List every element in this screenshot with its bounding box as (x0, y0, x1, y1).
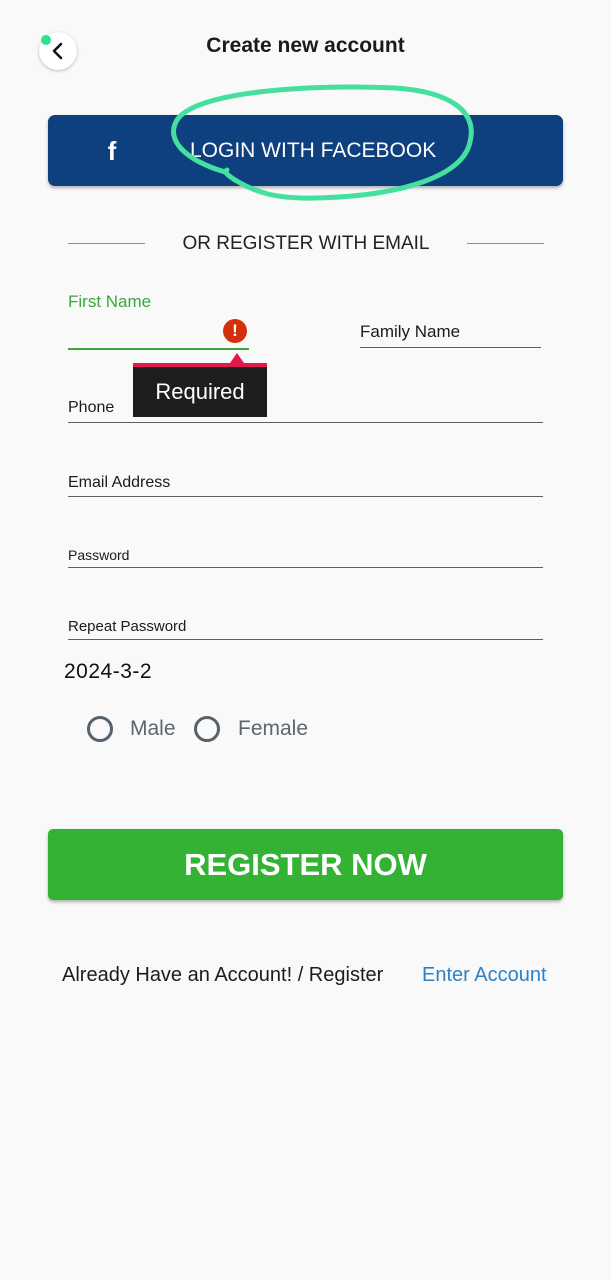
error-icon: ! (223, 319, 247, 343)
radio-female-label[interactable]: Female (238, 715, 308, 743)
password-field[interactable]: Password (68, 545, 129, 565)
first-name-label: First Name (68, 292, 152, 311)
phone-underline (68, 422, 543, 423)
page-title: Create new account (206, 34, 405, 57)
family-name-field[interactable]: Family Name (360, 322, 460, 342)
phone-field[interactable]: Phone (68, 398, 114, 418)
email-underline (68, 496, 543, 497)
highlight-circle-annotation (171, 84, 474, 201)
divider-right (467, 243, 544, 244)
repeat-password-underline (68, 639, 543, 640)
radio-female[interactable] (194, 716, 220, 742)
or-register-with-email-text: OR REGISTER WITH EMAIL (182, 233, 430, 254)
date-picker[interactable]: 2024-3-2 (64, 658, 152, 686)
email-field[interactable]: Email Address (68, 473, 170, 493)
register-now-button[interactable]: REGISTER NOW (48, 829, 563, 900)
radio-male[interactable] (87, 716, 113, 742)
already-have-account-text: Already Have an Account! / Register (62, 964, 384, 986)
family-name-underline (360, 347, 541, 348)
facebook-icon: f (107, 136, 117, 166)
repeat-password-field[interactable]: Repeat Password (68, 617, 186, 637)
radio-male-label[interactable]: Male (130, 715, 176, 743)
required-tooltip: Required (133, 363, 267, 417)
enter-account-link[interactable]: Enter Account (422, 962, 547, 988)
password-underline (68, 567, 543, 568)
tooltip-arrow (230, 353, 244, 363)
first-name-underline (68, 348, 249, 350)
divider-left (68, 243, 145, 244)
first-name-input[interactable] (68, 318, 218, 346)
